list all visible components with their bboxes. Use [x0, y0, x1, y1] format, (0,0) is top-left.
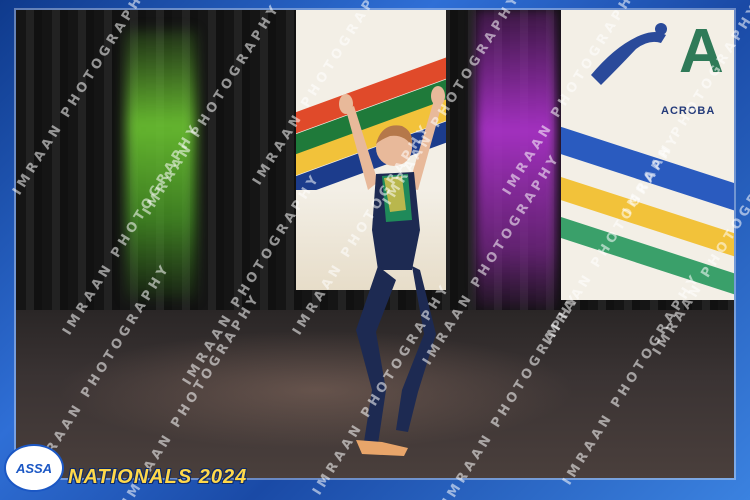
gymnast-silhouette-icon — [591, 23, 667, 85]
assa-logo: ASSA — [6, 446, 62, 490]
green-stage-light — [126, 30, 196, 300]
purple-stage-light — [476, 10, 556, 310]
banner-label: ACROBA — [661, 105, 716, 117]
event-title: NATIONALS 2024 — [68, 466, 248, 488]
banner-big-letter: A — [679, 17, 724, 86]
photo-frame: A ACROBA IMRAAN PHOTOGRAPHY IMRAAN PHOTO… — [0, 0, 750, 500]
stage-photo: A ACROBA — [16, 10, 734, 478]
logo-text: ASSA — [15, 460, 53, 476]
gymnast-figure — [339, 86, 445, 456]
acrobatics-banner: A ACROBA — [561, 10, 734, 300]
